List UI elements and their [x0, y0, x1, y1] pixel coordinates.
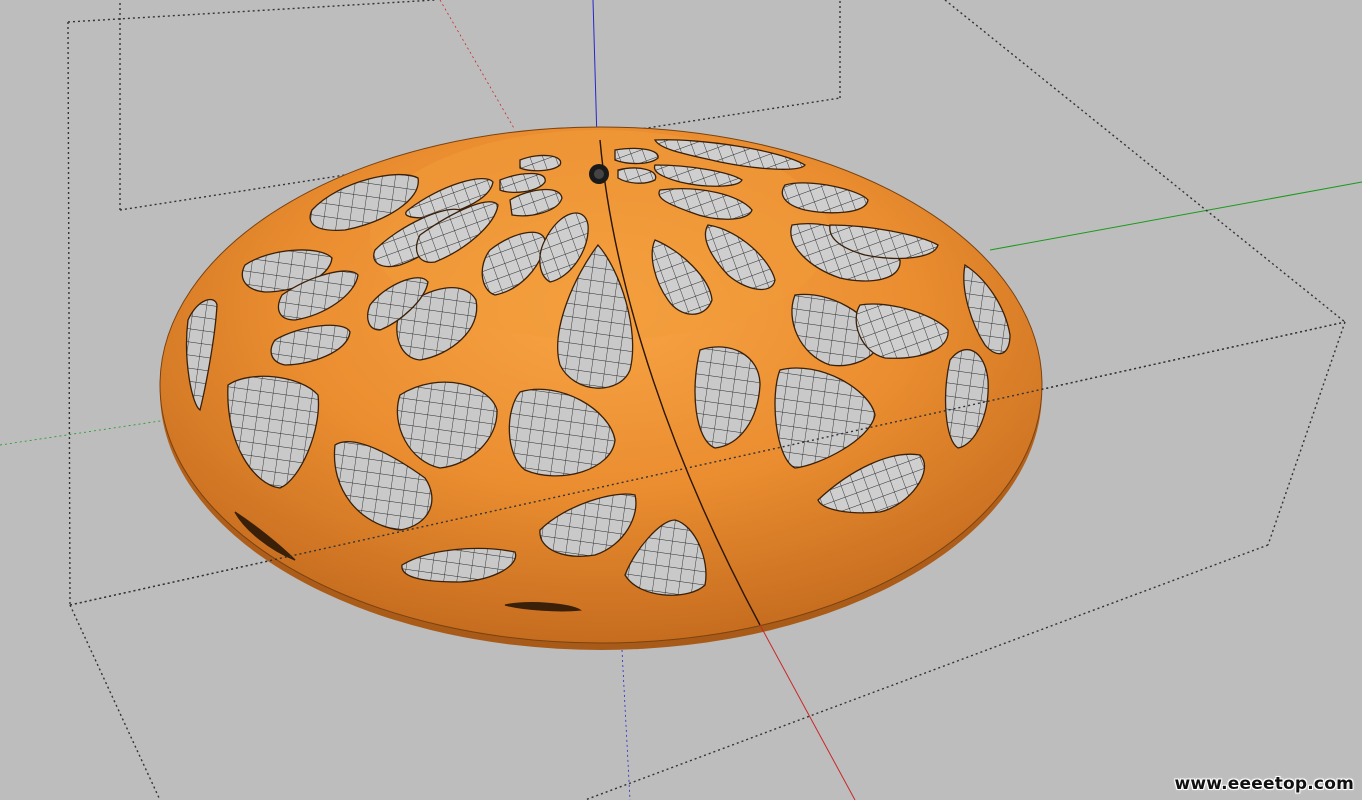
scene-canvas[interactable]	[0, 0, 1362, 800]
watermark-text: www.eeeetop.com	[1174, 774, 1354, 794]
red-axis-line	[759, 624, 856, 800]
red-axis-back-line	[439, 0, 516, 131]
green-axis-line	[989, 181, 1362, 251]
3d-viewport[interactable]: www.eeeetop.com	[0, 0, 1362, 800]
dome-apex-ring	[594, 169, 604, 179]
blue-axis-below-line	[621, 649, 631, 800]
